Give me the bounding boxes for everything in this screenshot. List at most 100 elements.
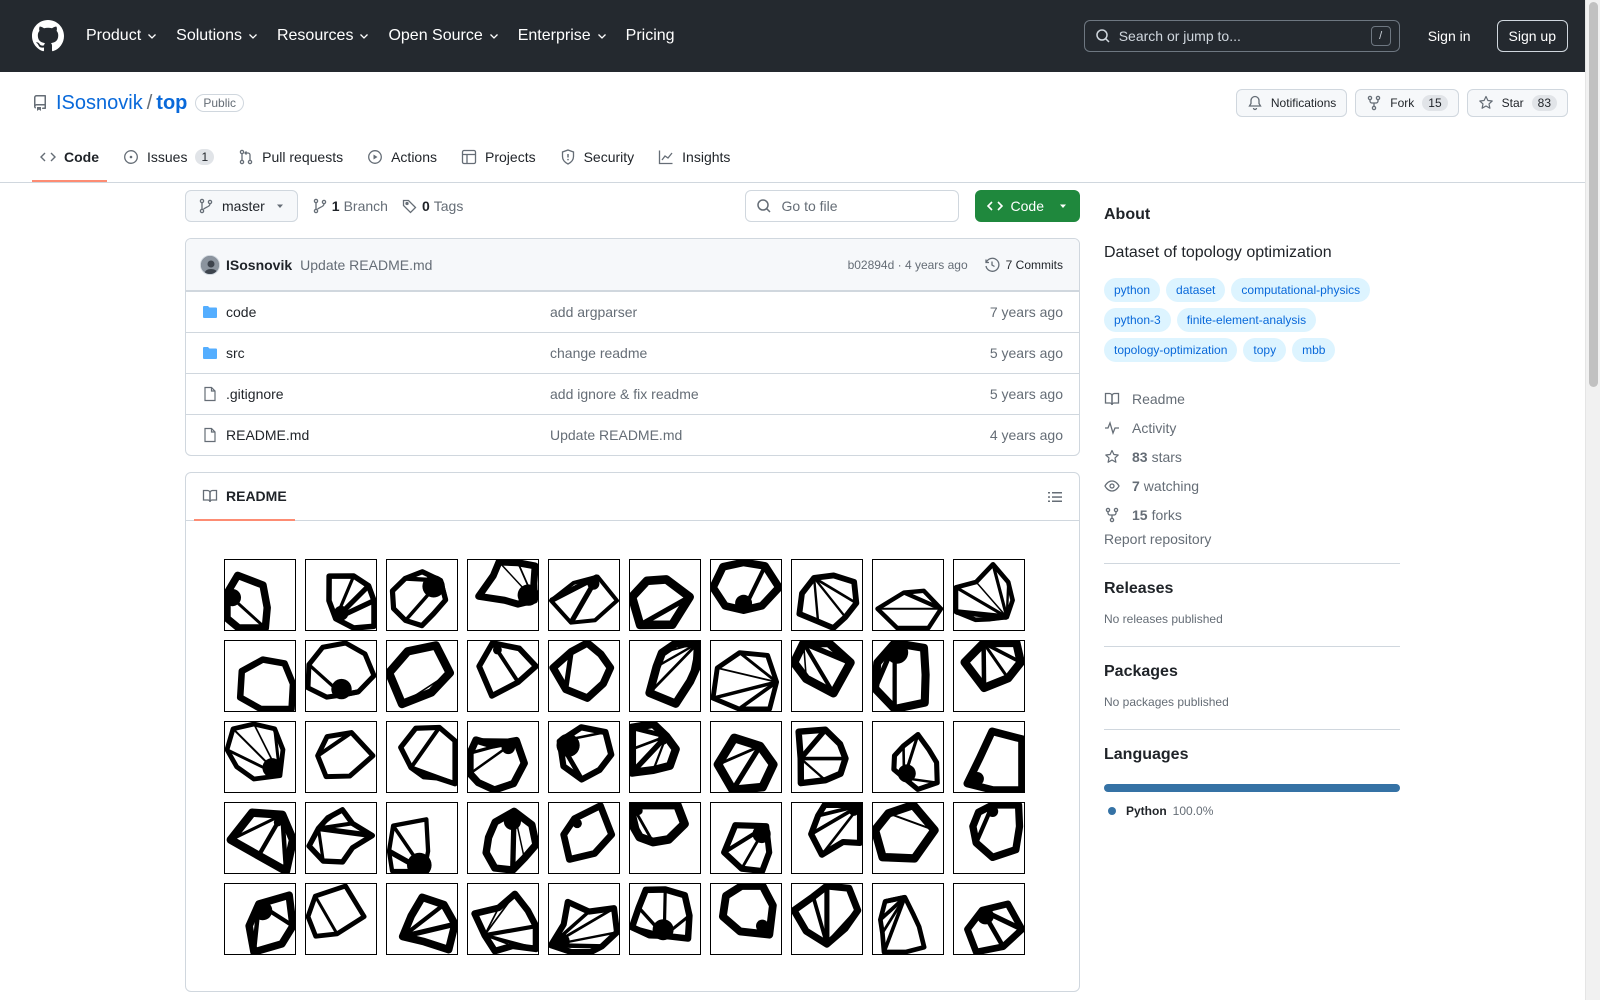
packages-heading[interactable]: Packages xyxy=(1104,663,1400,681)
branches-link[interactable]: 1 Branch xyxy=(312,198,388,214)
repo-icon xyxy=(33,95,46,111)
language-item[interactable]: Python 100.0% xyxy=(1104,804,1400,818)
readme-tab[interactable]: README xyxy=(194,473,295,521)
file-name-link[interactable]: README.md xyxy=(226,427,550,443)
releases-heading[interactable]: Releases xyxy=(1104,580,1400,598)
table-of-contents-icon[interactable] xyxy=(1047,489,1063,505)
file-row[interactable]: README.md Update README.md 4 years ago xyxy=(186,414,1079,455)
chevron-down-icon xyxy=(249,34,257,39)
topic-tag[interactable]: finite-element-analysis xyxy=(1176,308,1317,332)
go-to-file-input[interactable]: Go to file xyxy=(744,190,959,222)
fork-label: Fork xyxy=(1390,96,1415,110)
topic-tag[interactable]: topology-optimization xyxy=(1104,338,1238,362)
tab-issues[interactable]: Issues 1 xyxy=(115,134,222,182)
topology-sample xyxy=(953,640,1025,712)
nav-enterprise[interactable]: Enterprise xyxy=(518,27,608,45)
nav-solutions[interactable]: Solutions xyxy=(176,27,259,45)
file-commit-message[interactable]: change readme xyxy=(550,345,990,361)
github-logo-icon[interactable] xyxy=(32,20,64,52)
sign-in-link[interactable]: Sign in xyxy=(1428,28,1471,44)
topic-tag[interactable]: python-3 xyxy=(1104,308,1171,332)
file-name-link[interactable]: src xyxy=(226,345,550,361)
language-percent: 100.0% xyxy=(1172,804,1214,818)
tab-insights[interactable]: Insights xyxy=(650,134,738,182)
stars-label: stars xyxy=(1151,448,1182,465)
sign-up-button[interactable]: Sign up xyxy=(1496,20,1568,52)
branch-icon xyxy=(199,198,213,214)
language-name: Python xyxy=(1126,804,1167,818)
nav-label: Pricing xyxy=(625,27,675,44)
repo-layout: master 1 Branch 0 Tags Go to file Code I… xyxy=(185,190,1401,992)
search-icon xyxy=(1095,29,1110,43)
forks-link[interactable]: 15 forks xyxy=(1104,500,1400,529)
shield-icon xyxy=(561,149,574,165)
file-commit-message[interactable]: add argparser xyxy=(550,304,990,320)
topic-tag[interactable]: mbb xyxy=(1292,338,1336,362)
tab-label: Code xyxy=(64,149,99,165)
tab-actions[interactable]: Actions xyxy=(359,134,445,182)
report-repository-link[interactable]: Report repository xyxy=(1104,531,1400,547)
topic-tag[interactable]: computational-physics xyxy=(1231,278,1371,302)
tab-security[interactable]: Security xyxy=(552,134,643,182)
file-row[interactable]: code add argparser 7 years ago xyxy=(186,291,1079,332)
search-icon xyxy=(756,199,771,213)
tab-pull-requests[interactable]: Pull requests xyxy=(230,134,351,182)
watching-count: 7 xyxy=(1132,477,1140,494)
branch-select-button[interactable]: master xyxy=(185,190,298,222)
tag-label: Tags xyxy=(433,198,464,214)
branch-label: Branch xyxy=(343,198,388,214)
book-icon xyxy=(1104,392,1120,405)
global-search-input[interactable]: Search or jump to... / xyxy=(1083,20,1400,52)
avatar[interactable] xyxy=(200,254,220,275)
readme-link[interactable]: Readme xyxy=(1104,384,1400,413)
sidebar: About Dataset of topology optimization p… xyxy=(1104,190,1400,992)
file-commit-message[interactable]: add ignore & fix readme xyxy=(550,386,990,402)
branch-name: master xyxy=(222,198,265,214)
watchers-link[interactable]: 7 watching xyxy=(1104,471,1400,500)
code-download-button[interactable]: Code xyxy=(974,190,1080,222)
file-name-link[interactable]: .gitignore xyxy=(226,386,550,402)
packages-empty: No packages published xyxy=(1104,695,1229,709)
file-navigation: master 1 Branch 0 Tags Go to file Code xyxy=(185,190,1080,222)
tab-label: Security xyxy=(583,149,635,165)
nav-open-source[interactable]: Open Source xyxy=(388,27,499,45)
topology-sample xyxy=(386,559,458,631)
scrollbar-thumb[interactable] xyxy=(1589,2,1598,387)
tags-link[interactable]: 0 Tags xyxy=(402,198,463,214)
file-row[interactable]: .gitignore add ignore & fix readme 5 yea… xyxy=(186,373,1079,414)
topology-sample xyxy=(467,559,539,631)
topic-tag[interactable]: dataset xyxy=(1166,278,1226,302)
file-commit-message[interactable]: Update README.md xyxy=(550,427,990,443)
nav-resources[interactable]: Resources xyxy=(277,27,370,45)
page-scrollbar[interactable] xyxy=(1585,0,1600,1000)
topic-tag[interactable]: topy xyxy=(1243,338,1287,362)
topic-tag[interactable]: python xyxy=(1104,278,1161,302)
commits-history-link[interactable]: 7 Commits xyxy=(984,257,1063,273)
commits-count: 7 Commits xyxy=(1005,257,1063,272)
file-name-link[interactable]: code xyxy=(226,304,550,320)
tab-projects[interactable]: Projects xyxy=(453,134,544,182)
history-icon xyxy=(985,257,1000,272)
nav-pricing[interactable]: Pricing xyxy=(626,27,675,45)
star-button[interactable]: Star 83 xyxy=(1466,89,1568,117)
topology-sample xyxy=(629,559,701,631)
nav-product[interactable]: Product xyxy=(86,27,158,45)
commit-message-link[interactable]: Update README.md xyxy=(300,257,432,273)
repo-title: ISosnovik / top Public xyxy=(32,92,245,115)
stars-link[interactable]: 83 stars xyxy=(1104,442,1400,471)
pull-request-icon xyxy=(239,149,253,165)
topology-sample xyxy=(791,883,863,955)
forks-count: 15 xyxy=(1132,506,1148,523)
eye-icon xyxy=(1104,479,1120,492)
bell-icon xyxy=(1248,95,1262,111)
repo-actions: Notifications Fork 15 Star 83 xyxy=(1228,89,1568,117)
repo-owner-link[interactable]: ISosnovik xyxy=(56,92,143,115)
repo-name-link[interactable]: top xyxy=(156,92,187,115)
activity-link[interactable]: Activity xyxy=(1104,413,1400,442)
notifications-button[interactable]: Notifications xyxy=(1235,89,1348,117)
commit-author-link[interactable]: ISosnovik xyxy=(226,257,292,273)
star-icon xyxy=(1478,95,1493,109)
fork-button[interactable]: Fork 15 xyxy=(1355,89,1459,117)
file-row[interactable]: src change readme 5 years ago xyxy=(186,332,1079,373)
tab-code[interactable]: Code xyxy=(32,134,107,182)
